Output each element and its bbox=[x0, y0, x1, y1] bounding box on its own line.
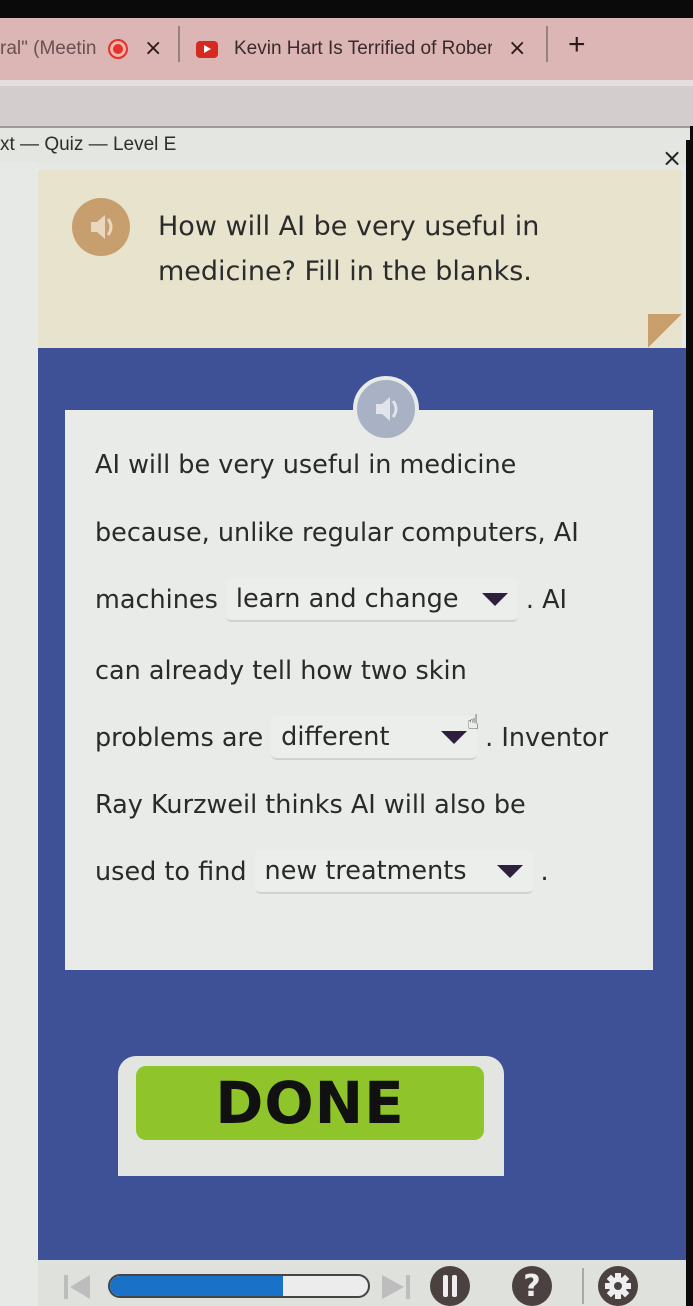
passage-text: problems are bbox=[95, 723, 264, 753]
blank-dropdown-2[interactable]: different bbox=[271, 716, 478, 760]
passage-text: . bbox=[540, 857, 549, 887]
gear-icon bbox=[605, 1273, 631, 1299]
app-titlebar: xt — Quiz — Level E × bbox=[0, 126, 690, 170]
blank-dropdown-3[interactable]: new treatments bbox=[254, 850, 533, 894]
browser-tab-strip: ral" (Meetin × Kevin Hart Is Terrified o… bbox=[0, 18, 693, 80]
done-button-frame: DONE bbox=[118, 1056, 504, 1176]
page-fold-corner bbox=[648, 314, 682, 348]
passage-line: used to find new treatments . bbox=[95, 850, 549, 894]
next-icon[interactable] bbox=[380, 1272, 414, 1302]
passage-line: Ray Kurzweil thinks AI will also be bbox=[95, 790, 526, 820]
passage-text: can already tell how two skin bbox=[95, 656, 467, 686]
recording-icon bbox=[108, 39, 128, 59]
passage-line: because, unlike regular computers, AI bbox=[95, 518, 579, 548]
new-tab-button[interactable]: + bbox=[568, 28, 586, 62]
left-margin bbox=[0, 162, 38, 1306]
hand-cursor-icon: ☝ bbox=[467, 710, 480, 734]
dropdown-value: new treatments bbox=[264, 856, 467, 886]
passage-line: machines learn and change . AI bbox=[95, 578, 567, 622]
passage-text: Ray Kurzweil thinks AI will also be bbox=[95, 790, 526, 820]
app-title: xt — Quiz — Level E bbox=[0, 134, 177, 155]
tab-close-button[interactable]: × bbox=[144, 38, 162, 60]
passage-text: . AI bbox=[525, 585, 568, 615]
speaker-icon[interactable] bbox=[353, 376, 419, 442]
tab-title: ral" (Meetin bbox=[0, 38, 97, 59]
browser-tab-youtube[interactable]: Kevin Hart Is Terrified of Robert × bbox=[196, 18, 541, 80]
screen-bezel bbox=[0, 0, 693, 18]
dropdown-value: different bbox=[281, 722, 390, 752]
question-card: How will AI be very useful in medicine? … bbox=[38, 170, 682, 348]
tab-title: Kevin Hart Is Terrified of Robert bbox=[234, 38, 492, 59]
speaker-icon[interactable] bbox=[72, 198, 130, 256]
quiz-app-window: xt — Quiz — Level E × How will AI be ver… bbox=[0, 126, 690, 1306]
help-button[interactable]: ? bbox=[512, 1266, 552, 1306]
chevron-down-icon bbox=[496, 864, 523, 878]
screen-bezel bbox=[686, 140, 693, 1306]
dropdown-value: learn and change bbox=[235, 584, 459, 614]
close-button[interactable]: × bbox=[662, 146, 682, 170]
help-icon: ? bbox=[523, 1268, 541, 1304]
passage-text: used to find bbox=[95, 857, 247, 887]
progress-fill bbox=[110, 1276, 283, 1296]
question-text: How will AI be very useful in medicine? … bbox=[158, 211, 540, 287]
settings-button[interactable] bbox=[598, 1266, 638, 1306]
browser-toolbar bbox=[0, 80, 693, 126]
progress-bar bbox=[108, 1274, 370, 1298]
previous-icon[interactable] bbox=[62, 1272, 92, 1302]
tab-close-button[interactable]: × bbox=[508, 38, 526, 60]
passage-text: . Inventor bbox=[485, 723, 609, 753]
passage-text: machines bbox=[95, 585, 218, 615]
passage-line: AI will be very useful in medicine bbox=[95, 450, 516, 480]
passage-card: AI will be very useful in medicine becau… bbox=[65, 376, 653, 970]
youtube-icon bbox=[196, 40, 218, 58]
tab-separator bbox=[546, 26, 548, 62]
passage-line: problems are different . Inventor bbox=[95, 716, 608, 760]
pause-icon bbox=[443, 1275, 457, 1297]
browser-tab-meeting[interactable]: ral" (Meetin × bbox=[0, 18, 172, 80]
pause-button[interactable] bbox=[430, 1266, 470, 1306]
passage-text: AI will be very useful in medicine bbox=[95, 450, 517, 480]
player-controls: ? bbox=[38, 1260, 686, 1306]
chevron-down-icon bbox=[441, 730, 468, 744]
passage-text: because, unlike regular computers, AI bbox=[95, 518, 579, 548]
done-button[interactable]: DONE bbox=[136, 1066, 484, 1140]
blank-dropdown-1[interactable]: learn and change bbox=[225, 578, 518, 622]
tab-separator bbox=[178, 26, 180, 62]
controls-separator bbox=[582, 1268, 584, 1304]
passage-line: can already tell how two skin bbox=[95, 656, 467, 686]
chevron-down-icon bbox=[481, 592, 508, 606]
